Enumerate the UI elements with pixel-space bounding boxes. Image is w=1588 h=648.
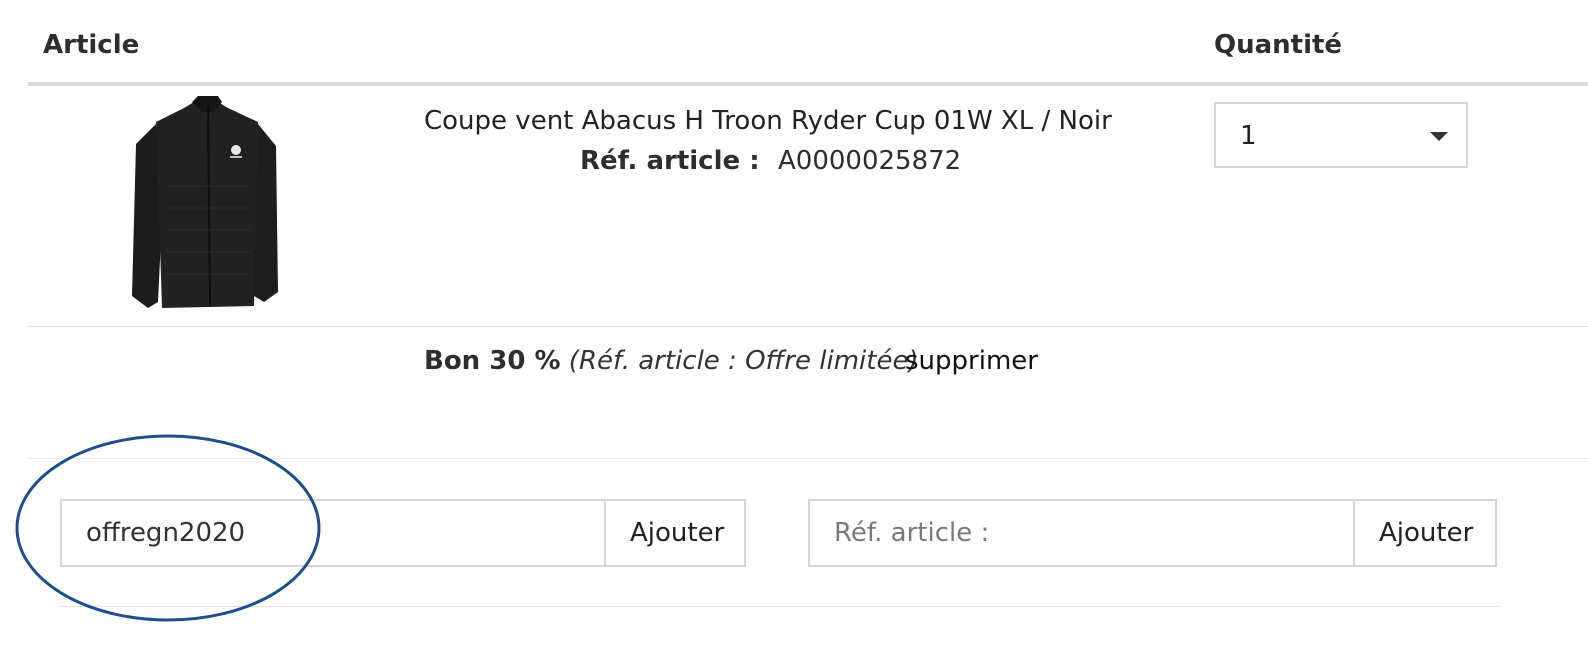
voucher-name: Bon 30 % (424, 346, 561, 376)
caret-down-icon (1430, 132, 1448, 141)
applied-voucher: Bon 30 % (Réf. article : Offre limitée) (424, 346, 919, 376)
quantity-select[interactable]: 1 (1214, 102, 1468, 168)
article-ref-form: Ajouter (808, 499, 1497, 567)
article-ref-value: A0000025872 (778, 146, 962, 176)
voucher-note: (Réf. article : Offre limitée) (568, 346, 919, 376)
column-header-article: Article (43, 30, 140, 60)
quantity-value: 1 (1240, 121, 1257, 151)
article-ref-label: Réf. article : (580, 146, 760, 176)
voucher-code-input[interactable] (62, 501, 604, 565)
remove-voucher-link[interactable]: supprimer (905, 346, 1038, 376)
add-article-button[interactable]: Ajouter (1353, 501, 1495, 565)
add-voucher-button[interactable]: Ajouter (604, 501, 744, 565)
section-divider (28, 458, 1588, 459)
header-divider (28, 82, 1588, 86)
bottom-divider (60, 606, 1500, 607)
column-header-quantity: Quantité (1214, 30, 1343, 60)
voucher-code-form: Ajouter (60, 499, 746, 567)
article-ref-input[interactable] (810, 501, 1353, 565)
product-image[interactable] (118, 96, 294, 314)
row-divider (28, 326, 1588, 327)
product-name[interactable]: Coupe vent Abacus H Troon Ryder Cup 01W … (424, 106, 1112, 136)
